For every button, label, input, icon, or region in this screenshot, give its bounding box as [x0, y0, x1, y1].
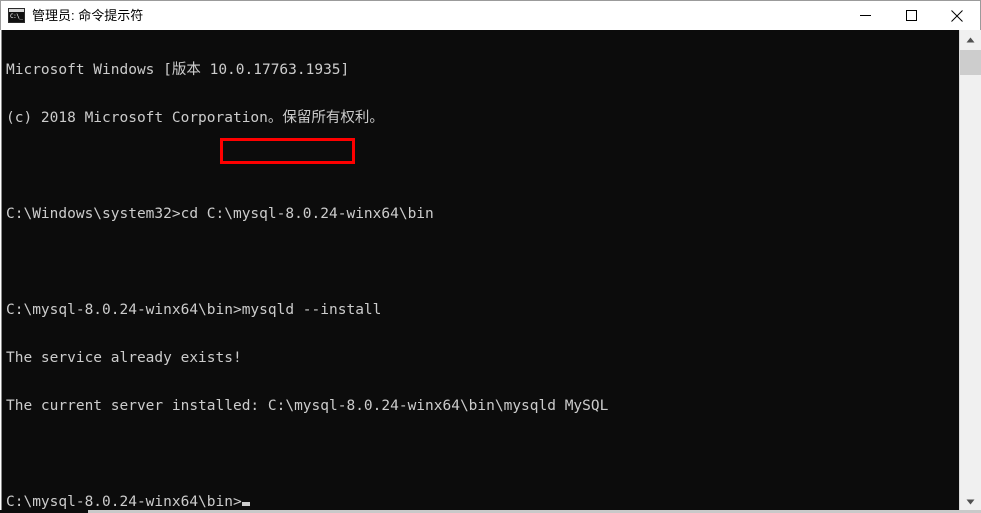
scroll-down-icon	[966, 499, 975, 505]
console-cursor	[241, 502, 250, 506]
console-line-highlighted-command: C:\mysql-8.0.24-winx64\bin>mysqld --inst…	[6, 302, 382, 318]
scrollbar-thumb[interactable]	[960, 50, 981, 75]
console-prompt-line: C:\mysql-8.0.24-winx64\bin>	[6, 494, 950, 510]
vertical-scrollbar[interactable]	[959, 30, 981, 512]
maximize-button[interactable]	[888, 1, 934, 30]
console-line: (c) 2018 Microsoft Corporation。保留所有权利。	[6, 110, 384, 126]
scroll-up-button[interactable]	[960, 30, 981, 50]
title-bar-left: 管理员: 命令提示符	[1, 8, 842, 24]
window-controls	[842, 1, 980, 30]
maximize-icon	[905, 10, 917, 21]
console-output-area[interactable]: Microsoft Windows [版本 10.0.17763.1935] (…	[1, 30, 980, 512]
console-prompt: C:\mysql-8.0.24-winx64\bin>	[6, 494, 242, 510]
scrollbar-track[interactable]	[960, 50, 981, 492]
console-text: Microsoft Windows [版本 10.0.17763.1935] (…	[6, 30, 950, 511]
minimize-icon	[859, 15, 871, 16]
console-line: The service already exists!	[6, 350, 242, 366]
cmd-icon	[8, 8, 25, 23]
console-line: C:\Windows\system32>cd C:\mysql-8.0.24-w…	[6, 206, 434, 222]
close-icon	[951, 9, 963, 22]
command-prompt-window: 管理员: 命令提示符 Microsoft Win	[0, 0, 981, 513]
window-title: 管理员: 命令提示符	[32, 7, 144, 23]
title-bar[interactable]: 管理员: 命令提示符	[0, 0, 981, 30]
minimize-button[interactable]	[842, 1, 888, 30]
scroll-down-button[interactable]	[960, 492, 981, 512]
scroll-up-icon	[966, 37, 975, 43]
console-line: The current server installed: C:\mysql-8…	[6, 398, 609, 414]
close-button[interactable]	[934, 1, 980, 30]
console-line: Microsoft Windows [版本 10.0.17763.1935]	[6, 62, 350, 78]
